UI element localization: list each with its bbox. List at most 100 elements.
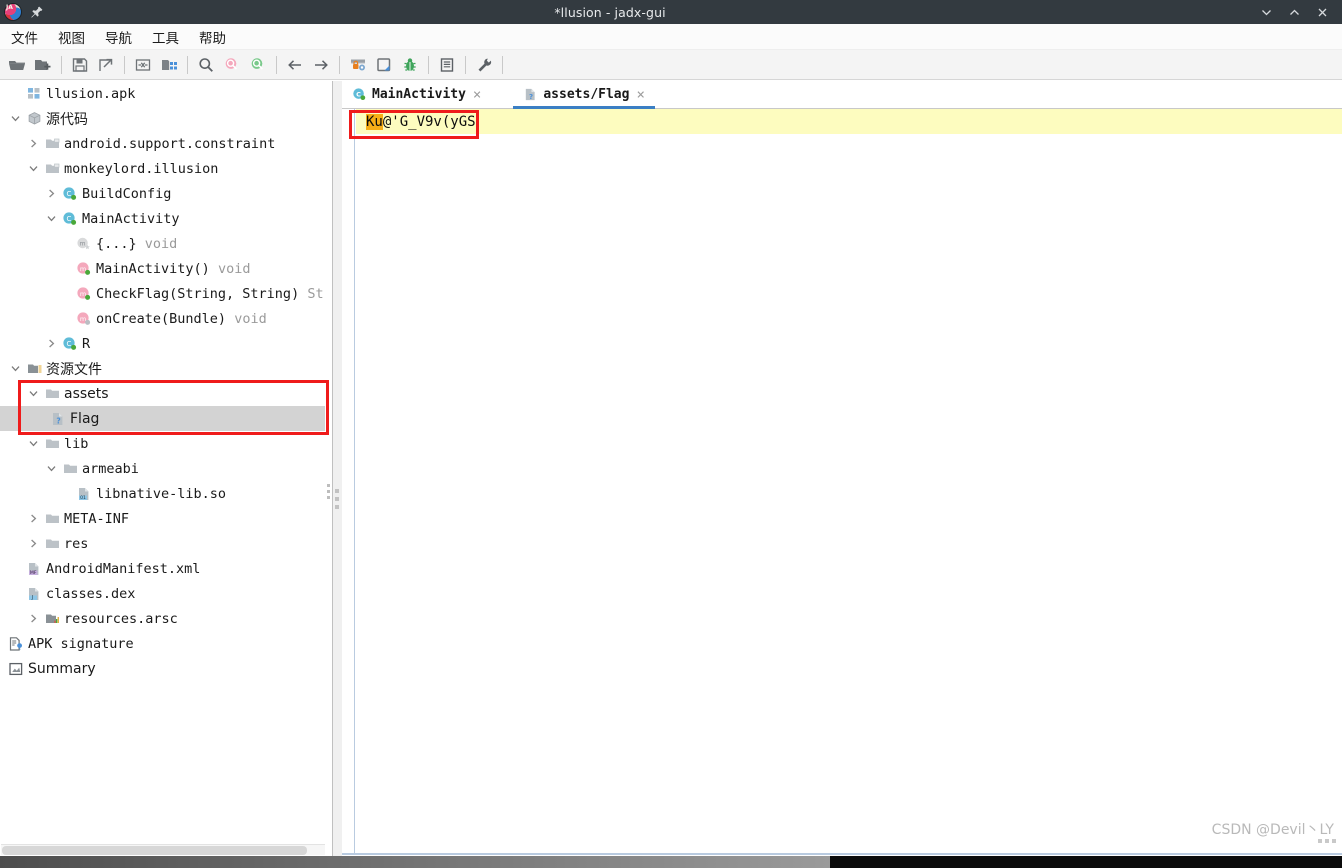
window-controls xyxy=(1252,0,1342,24)
search-pink-icon[interactable] xyxy=(219,52,245,78)
tree-horizontal-scrollbar[interactable] xyxy=(1,844,325,855)
menu-file[interactable]: 文件 xyxy=(2,24,47,50)
lock-gear-icon[interactable] xyxy=(345,52,371,78)
tree-node-buildconfig[interactable]: C BuildConfig xyxy=(0,181,326,206)
bug-icon[interactable] xyxy=(397,52,423,78)
tree-node-armeabi[interactable]: armeabi xyxy=(0,456,326,481)
window-title: *llusion - jadx-gui xyxy=(554,4,666,20)
collapse-icon[interactable] xyxy=(130,52,156,78)
project-tree-panel[interactable]: llusion.apk 源代码 android.support.constrai… xyxy=(0,81,333,856)
splitter-grip[interactable] xyxy=(335,485,339,513)
tree-node-resources-arsc[interactable]: resources.arsc xyxy=(0,606,326,631)
tree-node-apk-signature[interactable]: APK signature xyxy=(0,631,326,656)
tree-node-label: res xyxy=(64,535,89,552)
svg-text:C: C xyxy=(356,90,361,98)
tree-node-libnative-lib-so[interactable]: 01 libnative-lib.so xyxy=(0,481,326,506)
svg-text:C: C xyxy=(67,215,72,223)
close-button[interactable] xyxy=(1308,0,1336,24)
svg-text:m: m xyxy=(80,264,86,272)
tree-node-meta-inf[interactable]: META-INF xyxy=(0,506,326,531)
tree-node-androidmanifest-xml[interactable]: MF AndroidManifest.xml xyxy=(0,556,326,581)
tree-node-mainactivity[interactable]: C MainActivity xyxy=(0,206,326,231)
tree-node-android-support-constraint[interactable]: android.support.constraint xyxy=(0,131,326,156)
log-lines-icon[interactable] xyxy=(434,52,460,78)
tab-close-button[interactable]: × xyxy=(471,87,483,103)
tree-node-method-mainactivity[interactable]: m MainActivity() void xyxy=(0,256,326,281)
minimize-button[interactable] xyxy=(1252,0,1280,24)
menu-view[interactable]: 视图 xyxy=(49,24,94,50)
tree-node-return-type: void xyxy=(144,235,178,252)
quark-page-icon[interactable] xyxy=(371,52,397,78)
tree-node-method-checkflag[interactable]: m CheckFlag(String, String) Str xyxy=(0,281,326,306)
menu-help[interactable]: 帮助 xyxy=(190,24,235,50)
tree-node-flag[interactable]: ? Flag xyxy=(0,406,326,431)
svg-text:?: ? xyxy=(529,92,533,101)
tree-twisty-open[interactable] xyxy=(6,113,24,124)
taskbar-gradient xyxy=(0,856,830,868)
toolbar-separator xyxy=(61,55,62,74)
tree-node-label: resources.arsc xyxy=(64,610,178,627)
tree-node-assets[interactable]: assets xyxy=(0,381,326,406)
tree-scroll-viewport: llusion.apk 源代码 android.support.constrai… xyxy=(0,81,326,844)
tree-node-method-oncreate[interactable]: m onCreate(Bundle) void xyxy=(0,306,326,331)
folder-open-icon[interactable] xyxy=(4,52,30,78)
tree-horizontal-scroll-thumb[interactable] xyxy=(2,846,307,855)
title-bar: *llusion - jadx-gui xyxy=(0,0,1342,24)
tab-mainactivity[interactable]: C MainActivity × xyxy=(342,81,491,108)
menu-tools[interactable]: 工具 xyxy=(143,24,188,50)
tree-node-resources[interactable]: 资源文件 xyxy=(0,356,326,381)
tree-twisty-open[interactable] xyxy=(42,213,60,224)
svg-text:MF: MF xyxy=(30,570,37,576)
wrench-icon[interactable] xyxy=(471,52,497,78)
tab-assets-flag[interactable]: ? assets/Flag × xyxy=(513,81,655,109)
tree-node-summary[interactable]: Summary xyxy=(0,656,326,681)
tree-vertical-scrollbar[interactable] xyxy=(325,81,332,844)
tree-node-classes-dex[interactable]: J classes.dex xyxy=(0,581,326,606)
tree-twisty-open[interactable] xyxy=(24,163,42,174)
tree-node-apk[interactable]: llusion.apk xyxy=(0,81,326,106)
export-arrow-icon[interactable] xyxy=(93,52,119,78)
tree-twisty-open[interactable] xyxy=(24,438,42,449)
menu-navigation[interactable]: 导航 xyxy=(96,24,141,50)
maximize-button[interactable] xyxy=(1280,0,1308,24)
arrow-right-icon[interactable] xyxy=(308,52,334,78)
tree-twisty-open[interactable] xyxy=(42,463,60,474)
tree-scroll-grip[interactable] xyxy=(326,481,331,507)
tree-node-label: META-INF xyxy=(64,510,130,527)
tree-twisty-closed[interactable] xyxy=(24,513,42,524)
tree-twisty-open[interactable] xyxy=(6,363,24,374)
tree-node-lib[interactable]: lib xyxy=(0,431,326,456)
tree-twisty-closed[interactable] xyxy=(24,538,42,549)
search-icon[interactable] xyxy=(193,52,219,78)
panel-splitter[interactable] xyxy=(333,81,342,856)
save-icon[interactable] xyxy=(67,52,93,78)
resource-folder-icon xyxy=(24,361,44,376)
tab-close-button[interactable]: × xyxy=(634,87,646,103)
tree-node-monkeylord-illusion[interactable]: monkeylord.illusion xyxy=(0,156,326,181)
tree-node-source-code[interactable]: 源代码 xyxy=(0,106,326,131)
folder-add-icon[interactable] xyxy=(30,52,56,78)
tree-node-res[interactable]: res xyxy=(0,531,326,556)
tree-node-label: Flag xyxy=(70,410,100,427)
tree-twisty-closed[interactable] xyxy=(24,613,42,624)
tree-twisty-open[interactable] xyxy=(24,388,42,399)
folder-icon xyxy=(42,511,62,526)
tree-twisty-closed[interactable] xyxy=(24,138,42,149)
tree-node-class-r[interactable]: C R xyxy=(0,331,326,356)
code-view[interactable]: Ku @'G_V9v(yGS CSDN @Devil丶LY xyxy=(342,109,1342,855)
arrow-left-icon[interactable] xyxy=(282,52,308,78)
search-green-icon[interactable] xyxy=(245,52,271,78)
tree-twisty-closed[interactable] xyxy=(42,188,60,199)
toolbar-separator xyxy=(187,55,188,74)
package-blocks-icon[interactable] xyxy=(156,52,182,78)
tree-twisty-closed[interactable] xyxy=(42,338,60,349)
code-line-1[interactable]: Ku @'G_V9v(yGS xyxy=(356,109,1342,134)
pin-icon[interactable] xyxy=(26,5,48,19)
line-number-gutter xyxy=(342,109,355,855)
method-icon: m xyxy=(74,286,94,302)
toolbar-separator xyxy=(339,55,340,74)
tree-node-static-init[interactable]: m {...} void xyxy=(0,231,326,256)
toolbar xyxy=(0,50,1342,80)
folder-icon xyxy=(42,436,62,451)
toolbar-separator xyxy=(276,55,277,74)
